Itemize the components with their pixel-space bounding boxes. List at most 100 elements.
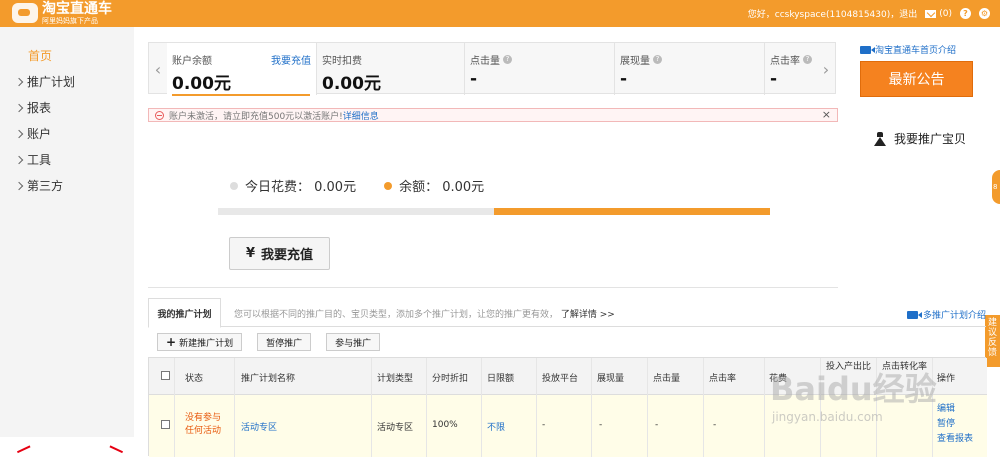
floating-badge[interactable]: 8 bbox=[992, 170, 1000, 204]
plans-table: 状态 推广计划名称 计划类型 分时折扣 日限额 投放平台 展现量 点击量 点击率… bbox=[148, 357, 987, 457]
balance-dot bbox=[384, 181, 393, 190]
recharge-button[interactable]: ¥ 我要充值 bbox=[229, 237, 330, 270]
pause-link[interactable]: 暂停 bbox=[937, 417, 973, 432]
video-icon bbox=[906, 310, 922, 319]
learn-more-link[interactable]: 了解详情 >> bbox=[561, 310, 615, 320]
close-icon[interactable]: × bbox=[822, 109, 831, 121]
multi-plan-video-link[interactable]: 多推广计划介绍 bbox=[906, 308, 986, 321]
stat-value: 0.00元 bbox=[322, 74, 381, 94]
row-checkbox[interactable] bbox=[161, 420, 170, 429]
view-report-link[interactable]: 查看报表 bbox=[937, 432, 973, 447]
sidebar-item-label: 推广计划 bbox=[27, 75, 76, 89]
sidebar-item-label: 账户 bbox=[27, 127, 52, 141]
column-header[interactable]: 状态 bbox=[185, 371, 203, 384]
column-divider bbox=[932, 358, 933, 457]
sidebar-item-reports[interactable]: 报表 bbox=[14, 99, 52, 116]
chevron-right-icon bbox=[14, 155, 24, 164]
sidebar-item-label: 首页 bbox=[28, 49, 53, 63]
dress-icon bbox=[874, 131, 886, 146]
intro-video-label: 淘宝直通车首页介绍 bbox=[875, 46, 957, 56]
today-spend: 今日花费： 0.00元 bbox=[230, 176, 356, 195]
chevron-right-icon bbox=[14, 103, 24, 112]
logo-subtitle: 阿里妈妈旗下产品 bbox=[42, 17, 98, 25]
column-divider bbox=[426, 358, 427, 457]
column-header[interactable]: 展现量 bbox=[597, 371, 624, 384]
column-divider bbox=[174, 358, 175, 457]
sidebar-item-label: 报表 bbox=[27, 101, 52, 115]
plan-daily-limit[interactable]: 不限 bbox=[487, 420, 505, 433]
column-header[interactable]: 计划类型 bbox=[377, 371, 413, 384]
promote-item-label: 我要推广宝贝 bbox=[894, 132, 967, 146]
column-header[interactable]: 点击转化率 bbox=[882, 360, 932, 374]
sidebar-item-third-party[interactable]: 第三方 bbox=[14, 177, 63, 194]
stat-value: - bbox=[620, 69, 628, 89]
recharge-link[interactable]: 我要充值 bbox=[271, 52, 311, 67]
select-all-checkbox[interactable] bbox=[161, 371, 170, 380]
sidebar: 首页 推广计划 报表 账户 工具 第三方 bbox=[0, 27, 134, 437]
yen-icon: ¥ bbox=[245, 246, 256, 261]
pause-button[interactable]: 暂停推广 bbox=[257, 333, 312, 351]
spend-summary: 今日花费： 0.00元 余额： 0.00元 bbox=[230, 176, 484, 195]
column-divider bbox=[764, 358, 765, 457]
column-header[interactable]: 花费 bbox=[769, 371, 787, 384]
new-plan-button[interactable]: + 新建推广计划 bbox=[157, 333, 243, 351]
chevron-right-icon bbox=[14, 129, 24, 138]
settings-icon[interactable]: ⚙ bbox=[979, 8, 990, 19]
column-header[interactable]: 投入产出比 bbox=[826, 360, 876, 374]
notice-details-link[interactable]: 详细信息 bbox=[343, 112, 379, 122]
plan-platform: - bbox=[542, 420, 546, 430]
balance-progress-bar bbox=[218, 208, 770, 215]
sidebar-item-tools[interactable]: 工具 bbox=[14, 151, 51, 168]
balance-progress-fill bbox=[494, 208, 770, 215]
column-header[interactable]: 点击量 bbox=[653, 371, 680, 384]
tab-my-plans[interactable]: 我的推广计划 bbox=[148, 298, 221, 328]
column-header[interactable]: 分时折扣 bbox=[432, 371, 468, 384]
user-greeting[interactable]: 您好，ccskyspace(1104815430)，退出 bbox=[748, 7, 918, 20]
sidebar-item-account[interactable]: 账户 bbox=[14, 125, 52, 142]
row-actions: 编辑 暂停 查看报表 bbox=[937, 402, 973, 447]
sidebar-item-plans[interactable]: 推广计划 bbox=[14, 73, 76, 90]
mail-icon bbox=[925, 9, 937, 18]
stat-label-text: 点击量 bbox=[470, 56, 500, 67]
activation-notice: 账户未激活，请立即充值500元以激活账户!详细信息 × bbox=[148, 108, 838, 122]
help-icon[interactable]: ? bbox=[803, 55, 812, 64]
column-divider bbox=[371, 358, 372, 457]
stat-realtime-spend: 实时扣费 0.00元 bbox=[317, 43, 465, 95]
intro-video-link[interactable]: 淘宝直通车首页介绍 bbox=[860, 43, 956, 56]
column-header: 操作 bbox=[937, 374, 956, 384]
stats-prev-button[interactable]: ‹ bbox=[149, 43, 167, 95]
column-header[interactable]: 推广计划名称 bbox=[241, 371, 295, 384]
account-stats: ‹ 账户余额 我要充值 0.00元 实时扣费 0.00元 点击量? - 展现量?… bbox=[148, 42, 836, 96]
help-icon[interactable]: ? bbox=[503, 55, 512, 64]
table-row: 没有参与 任何活动 活动专区 活动专区 100% 不限 - - - - 编辑 暂… bbox=[149, 395, 987, 457]
plan-clicks: - bbox=[655, 420, 659, 430]
video-icon bbox=[860, 45, 875, 54]
plan-ctr: - bbox=[713, 420, 717, 430]
column-divider bbox=[876, 358, 877, 457]
promote-item-link[interactable]: 我要推广宝贝 bbox=[874, 130, 966, 147]
sidebar-item-home[interactable]: 首页 bbox=[28, 47, 52, 64]
edit-link[interactable]: 编辑 bbox=[937, 402, 973, 417]
announcement-button[interactable]: 最新公告 bbox=[860, 61, 973, 97]
stat-value: - bbox=[470, 69, 478, 89]
recharge-button-label: 我要充值 bbox=[261, 248, 314, 263]
stat-balance: 账户余额 我要充值 0.00元 bbox=[167, 43, 317, 96]
stat-value: 0.00元 bbox=[172, 74, 231, 94]
new-plan-label: 新建推广计划 bbox=[179, 338, 234, 349]
feedback-button[interactable]: 建议反馈 bbox=[985, 315, 1000, 367]
column-divider bbox=[481, 358, 482, 457]
messages-button[interactable]: (0) bbox=[925, 9, 952, 19]
stats-next-button[interactable]: › bbox=[817, 43, 835, 95]
column-header[interactable]: 投放平台 bbox=[542, 371, 578, 384]
logo[interactable]: 淘宝直通车 阿里妈妈旗下产品 bbox=[8, 2, 138, 26]
plan-type: 活动专区 bbox=[377, 423, 414, 433]
plans-description-text: 您可以根据不同的推广目的、宝贝类型，添加多个推广计划，让您的推广更有效， bbox=[234, 310, 559, 320]
plan-name-link[interactable]: 活动专区 bbox=[241, 420, 277, 433]
help-icon[interactable]: ? bbox=[960, 8, 971, 19]
stat-label: 实时扣费 bbox=[322, 52, 362, 67]
join-button[interactable]: 参与推广 bbox=[326, 333, 381, 351]
column-header[interactable]: 日限额 bbox=[487, 371, 514, 384]
stat-impressions: 展现量? - bbox=[615, 43, 765, 95]
column-header[interactable]: 点击率 bbox=[709, 371, 736, 384]
help-icon[interactable]: ? bbox=[653, 55, 662, 64]
